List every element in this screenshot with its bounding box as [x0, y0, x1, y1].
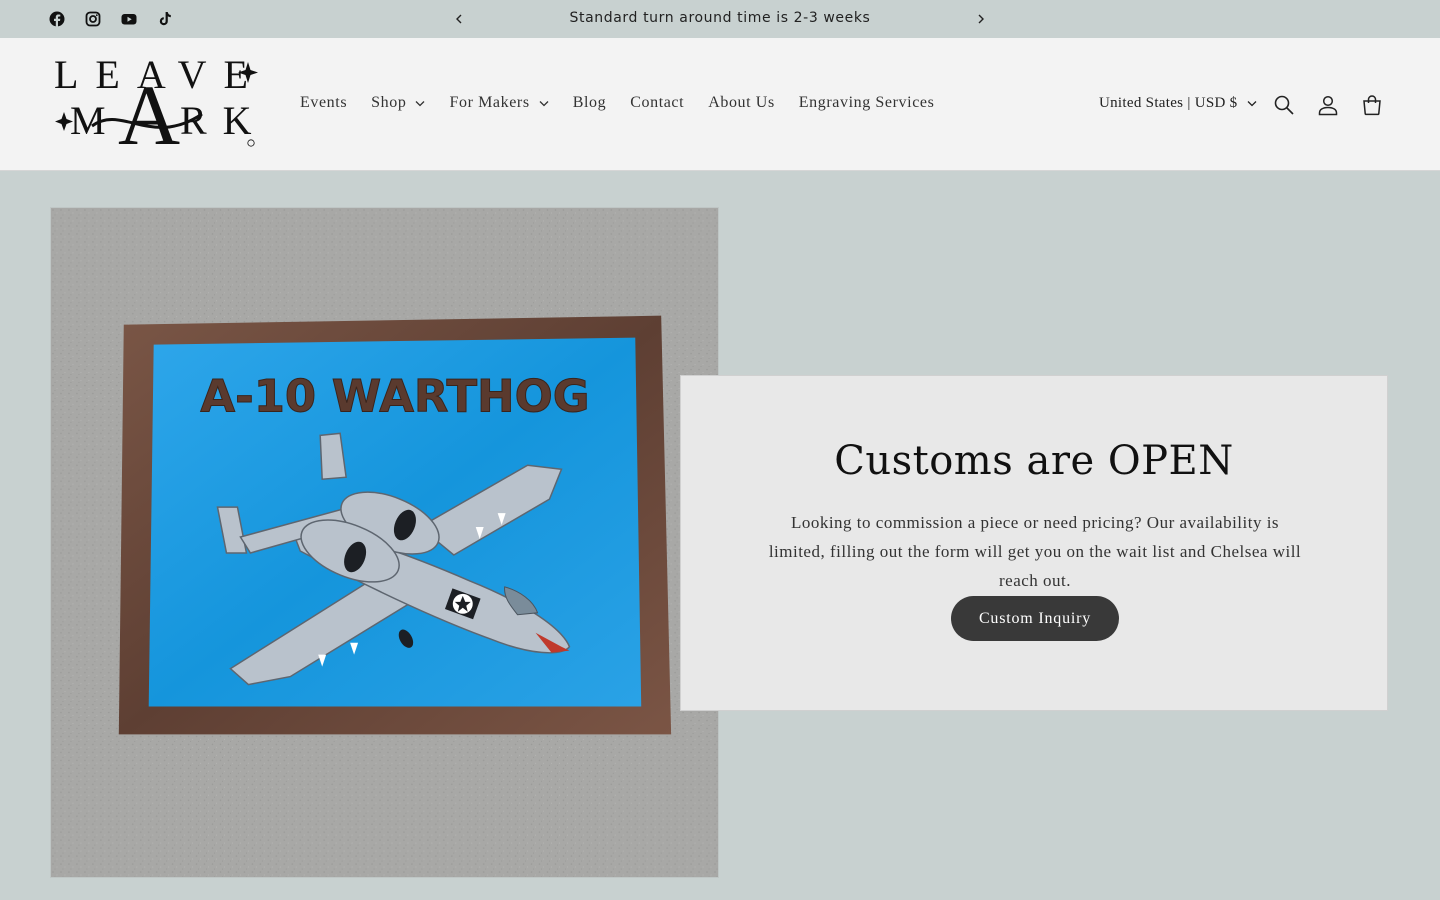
art-title: A-10 WARTHOG: [200, 369, 589, 422]
announcement-prev-button[interactable]: [449, 9, 469, 29]
promo-title: Customs are OPEN: [834, 438, 1234, 484]
chevron-right-icon: [978, 14, 984, 24]
youtube-icon[interactable]: [120, 10, 138, 28]
announcement-text: Standard turn around time is 2-3 weeks: [569, 10, 871, 26]
site-header: LEAVE M A RK Events Shop For Makers Blog…: [0, 38, 1440, 171]
brand-logo[interactable]: LEAVE M A RK: [52, 52, 262, 163]
svg-text:RK: RK: [180, 98, 262, 143]
nav-label: About Us: [708, 94, 775, 111]
tiktok-icon[interactable]: [156, 10, 174, 28]
nav-contact[interactable]: Contact: [618, 90, 696, 116]
nav-events[interactable]: Events: [288, 90, 359, 116]
search-icon: [1274, 95, 1294, 115]
chevron-left-icon: [456, 14, 462, 24]
customs-promo-card: Customs are OPEN Looking to commission a…: [680, 375, 1388, 711]
nav-for-makers[interactable]: For Makers: [437, 90, 560, 116]
social-links: [48, 10, 174, 28]
account-icon: [1318, 95, 1338, 116]
main-nav: Events Shop For Makers Blog Contact Abou…: [288, 90, 946, 116]
svg-text:A: A: [118, 67, 180, 152]
leave-a-mark-logo: LEAVE M A RK: [54, 52, 262, 163]
chevron-down-icon: [416, 100, 425, 106]
cart-button[interactable]: [1360, 93, 1384, 117]
nav-shop[interactable]: Shop: [359, 90, 437, 116]
custom-inquiry-button[interactable]: Custom Inquiry: [951, 596, 1119, 641]
facebook-icon[interactable]: [48, 10, 66, 28]
announcement-bar: Standard turn around time is 2-3 weeks: [0, 0, 1440, 38]
announcement-next-button[interactable]: [971, 9, 991, 29]
nav-label: Engraving Services: [798, 94, 935, 111]
nav-engraving-services[interactable]: Engraving Services: [787, 90, 947, 116]
currency-selector[interactable]: United States | USD $: [1099, 95, 1257, 112]
account-button[interactable]: [1316, 93, 1340, 117]
nav-label: Events: [300, 94, 348, 111]
nav-label: For Makers: [449, 94, 530, 111]
chevron-down-icon: [539, 100, 549, 106]
nav-label: Shop: [371, 94, 407, 111]
chevron-down-icon: [1248, 101, 1257, 107]
nav-label: Blog: [572, 94, 607, 111]
a10-warthog-artwork: A-10 WARTHOG: [51, 208, 718, 877]
hero-product-image: A-10 WARTHOG: [50, 207, 719, 878]
nav-label: Contact: [630, 94, 685, 111]
nav-about-us[interactable]: About Us: [696, 90, 787, 116]
nav-blog[interactable]: Blog: [561, 90, 619, 116]
cart-icon: [1363, 95, 1381, 116]
search-button[interactable]: [1272, 93, 1296, 117]
promo-description: Looking to commission a piece or need pr…: [768, 513, 1302, 590]
instagram-icon[interactable]: [84, 10, 102, 28]
currency-label: United States | USD $: [1099, 95, 1238, 111]
